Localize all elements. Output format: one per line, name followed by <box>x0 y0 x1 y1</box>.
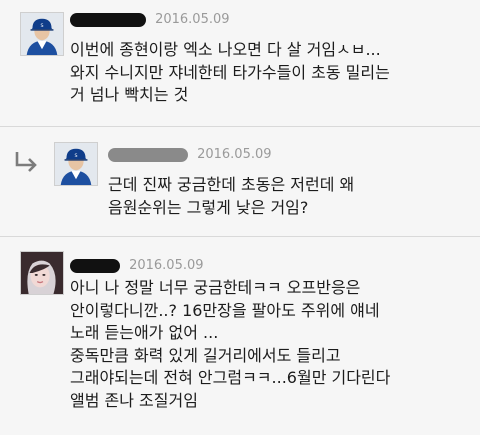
comment-date: 2016.05.09 <box>129 258 204 273</box>
comment-date: 2016.05.09 <box>155 12 230 27</box>
redacted-username <box>70 12 146 27</box>
comment-date: 2016.05.09 <box>197 147 272 162</box>
svg-text:S: S <box>74 153 77 159</box>
svg-text:S: S <box>40 23 43 29</box>
avatar-baseball-player[interactable]: S <box>20 12 64 56</box>
comment-3: 2016.05.09 아니 나 정말 너무 궁금한테ㅋㅋ 오프반응은 안이렇다니… <box>0 237 480 435</box>
user-avatar-icon <box>21 252 63 294</box>
comment-text: 근데 진짜 궁금한데 초동은 저런데 왜 음원순위는 그렇게 낮은 거임? <box>108 175 355 217</box>
comment-3-meta: 2016.05.09 <box>70 255 204 275</box>
baseball-player-icon: S <box>21 13 63 55</box>
redacted-username <box>108 147 188 162</box>
avatar-baseball-player[interactable]: S <box>54 142 98 186</box>
comment-2-meta: 2016.05.09 <box>108 144 272 164</box>
baseball-player-icon: S <box>55 143 97 185</box>
comment-1: S 2016.05.09 이번에 종현이랑 엑소 나오면 다 살 거임ㅅㅂ...… <box>0 0 480 126</box>
comment-text: 이번에 종현이랑 엑소 나오면 다 살 거임ㅅㅂ... 와지 수니지만 쟈네한테… <box>70 40 390 104</box>
comment-2-reply: S 2016.05.09 근데 진짜 궁금한데 초동은 저런데 왜 음원순위는 … <box>0 127 480 235</box>
avatar-user[interactable] <box>20 251 64 295</box>
reply-arrow-icon <box>15 152 37 172</box>
redacted-username <box>70 258 120 273</box>
comment-text: 아니 나 정말 너무 궁금한테ㅋㅋ 오프반응은 안이렇다니깐..? 16만장을 … <box>70 278 391 410</box>
comment-1-meta: 2016.05.09 <box>70 9 230 29</box>
